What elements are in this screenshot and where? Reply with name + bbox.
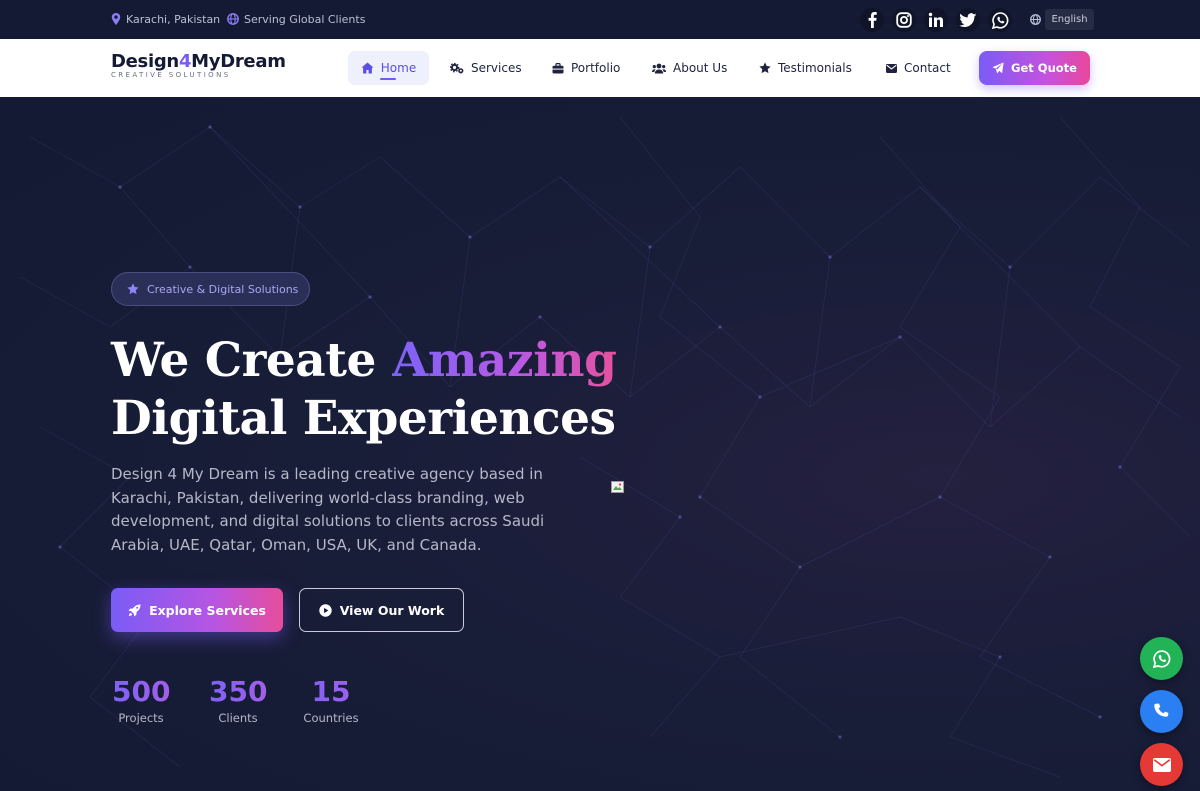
hero-title: We Create Amazing Digital Experiences bbox=[111, 333, 617, 446]
nav-services[interactable]: Services bbox=[450, 51, 522, 85]
whatsapp-icon bbox=[1152, 649, 1170, 668]
stat-projects: 500 Projects bbox=[112, 675, 170, 725]
stat-projects-value: 500 bbox=[112, 675, 171, 708]
nav-portfolio[interactable]: Portfolio bbox=[552, 51, 620, 85]
brand-logo[interactable]: Design4MyDream CREATIVE SOLUTIONS bbox=[111, 51, 286, 79]
nav-testimonials[interactable]: Testimonials bbox=[759, 51, 852, 85]
brand-tagline: CREATIVE SOLUTIONS bbox=[111, 71, 231, 79]
language-selector[interactable]: English bbox=[1030, 9, 1094, 30]
star-icon bbox=[759, 62, 771, 74]
envelope-icon bbox=[886, 63, 897, 73]
stat-countries: 15 Countries bbox=[303, 675, 359, 725]
broken-image-icon bbox=[611, 481, 624, 493]
explore-services-label: Explore Services bbox=[149, 602, 266, 618]
mail-float-button[interactable] bbox=[1140, 743, 1183, 786]
view-work-label: View Our Work bbox=[339, 602, 445, 618]
hero-section: Creative & Digital Solutions We Create A… bbox=[0, 97, 1200, 791]
hero-badge: Creative & Digital Solutions bbox=[111, 272, 310, 306]
service-area-info: Serving Global Clients bbox=[227, 12, 365, 26]
main-navbar: Design4MyDream CREATIVE SOLUTIONS Home S… bbox=[0, 39, 1200, 97]
facebook-icon[interactable] bbox=[860, 8, 884, 32]
whatsapp-float-button[interactable] bbox=[1140, 637, 1183, 680]
active-indicator bbox=[380, 78, 396, 80]
service-area-text: Serving Global Clients bbox=[244, 12, 366, 26]
stat-countries-label: Countries bbox=[303, 711, 359, 725]
nav-testimonials-label: Testimonials bbox=[778, 61, 852, 75]
instagram-icon[interactable] bbox=[892, 8, 916, 32]
star-icon bbox=[127, 283, 139, 295]
get-quote-label: Get Quote bbox=[1011, 61, 1077, 75]
get-quote-button[interactable]: Get Quote bbox=[979, 51, 1090, 85]
play-circle-icon bbox=[319, 603, 332, 617]
stat-clients-value: 350 bbox=[209, 675, 268, 708]
hero-badge-text: Creative & Digital Solutions bbox=[147, 282, 299, 296]
stat-clients: 350 Clients bbox=[209, 675, 267, 725]
location-info: Karachi, Pakistan bbox=[111, 12, 220, 26]
stat-countries-value: 15 bbox=[303, 675, 359, 709]
top-bar: Karachi, Pakistan Serving Global Clients… bbox=[0, 0, 1200, 39]
nav-about[interactable]: About Us bbox=[652, 51, 727, 85]
hero-description: Design 4 My Dream is a leading creative … bbox=[111, 465, 545, 554]
twitter-icon[interactable] bbox=[956, 8, 980, 32]
rocket-icon bbox=[128, 604, 141, 616]
location-text: Karachi, Pakistan bbox=[126, 12, 221, 26]
hero-title-highlight: Amazing bbox=[391, 333, 617, 388]
nav-contact-label: Contact bbox=[904, 61, 951, 75]
nav-portfolio-label: Portfolio bbox=[571, 61, 621, 75]
view-work-button[interactable]: View Our Work bbox=[299, 588, 464, 632]
whatsapp-icon[interactable] bbox=[988, 8, 1012, 32]
gears-icon bbox=[450, 62, 464, 73]
briefcase-icon bbox=[552, 62, 564, 73]
paper-plane-icon bbox=[992, 62, 1004, 74]
phone-float-button[interactable] bbox=[1140, 690, 1183, 733]
nav-about-label: About Us bbox=[673, 61, 728, 75]
stat-projects-label: Projects bbox=[118, 711, 164, 725]
map-pin-icon bbox=[111, 13, 121, 25]
explore-services-button[interactable]: Explore Services bbox=[111, 588, 283, 632]
home-icon bbox=[361, 62, 374, 74]
phone-icon bbox=[1154, 703, 1169, 717]
globe-icon bbox=[1030, 14, 1041, 25]
stat-clients-label: Clients bbox=[218, 711, 258, 725]
nav-home[interactable]: Home bbox=[348, 51, 429, 85]
nav-services-label: Services bbox=[471, 61, 522, 75]
nav-home-label: Home bbox=[380, 61, 417, 75]
users-icon bbox=[652, 63, 666, 73]
nav-contact[interactable]: Contact bbox=[886, 51, 951, 85]
brand-name: Design4MyDream bbox=[111, 51, 286, 72]
globe-icon bbox=[227, 13, 239, 25]
envelope-icon bbox=[1152, 757, 1171, 772]
language-select[interactable]: English bbox=[1045, 9, 1094, 30]
linkedin-icon[interactable] bbox=[924, 8, 948, 32]
